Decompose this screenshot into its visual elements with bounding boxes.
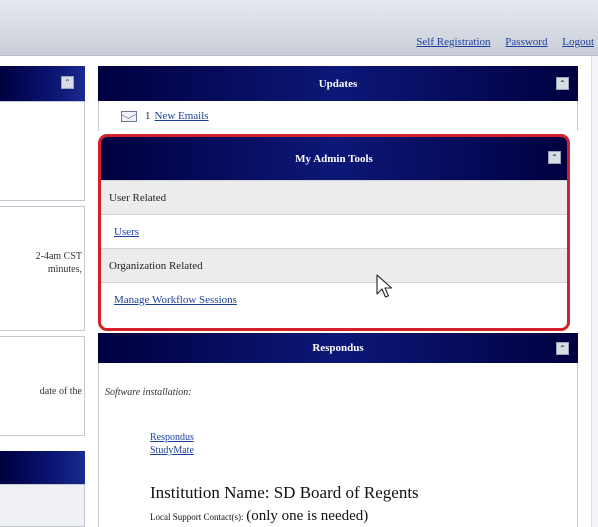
respondus-links: Respondus StudyMate	[150, 431, 194, 457]
panel-title: My Admin Tools	[295, 152, 373, 165]
left-panel-header: ⌃	[0, 66, 85, 101]
collapse-icon[interactable]: ⌃	[556, 342, 569, 355]
updates-header: Updates ⌃	[98, 66, 578, 101]
users-link[interactable]: Users	[114, 226, 139, 238]
left-text: date of the	[39, 386, 82, 397]
respondus-link[interactable]: Respondus	[150, 431, 194, 444]
list-item: Manage Workflow Sessions	[101, 283, 567, 316]
institution-name: Institution Name: SD Board of Regents	[150, 483, 419, 502]
contact-note: (only one is needed)	[246, 508, 369, 524]
email-count: 1	[145, 110, 151, 122]
updates-body: 1 New Emails	[98, 101, 578, 131]
top-links: Self Registration Password Logout	[404, 36, 594, 48]
mouse-pointer-icon	[376, 274, 393, 298]
left-column: ⌃ 2-4am CST minutes, date of the	[0, 66, 85, 527]
admin-tools-panel: My Admin Tools ⌃ User Related Users Orga…	[98, 134, 570, 331]
updates-panel: Updates ⌃ 1 New Emails	[98, 66, 578, 131]
list-item: Users	[101, 215, 567, 248]
left-panel-body	[0, 484, 85, 527]
left-panel-body	[0, 101, 85, 201]
self-registration-link[interactable]: Self Registration	[416, 36, 490, 48]
left-panel-header	[0, 451, 85, 484]
scrollbar-edge	[591, 56, 598, 527]
collapse-icon[interactable]: ⌃	[61, 76, 74, 89]
support-contact: Local Support Contact(s): (only one is n…	[150, 508, 368, 525]
panel-title: Updates	[318, 77, 358, 90]
contact-label: Local Support Contact(s):	[150, 512, 244, 522]
left-panel-body: 2-4am CST minutes,	[0, 206, 85, 331]
mail-icon	[121, 110, 137, 122]
respondus-header: Respondus ⌃	[98, 333, 578, 363]
studymate-link[interactable]: StudyMate	[150, 444, 194, 457]
logout-link[interactable]: Logout	[562, 36, 594, 48]
respondus-body: Software installation: Respondus StudyMa…	[98, 363, 578, 527]
collapse-icon[interactable]: ⌃	[548, 151, 561, 164]
manage-workflow-sessions-link[interactable]: Manage Workflow Sessions	[114, 294, 237, 306]
respondus-panel: Respondus ⌃ Software installation: Respo…	[98, 333, 578, 527]
section-organization-related: Organization Related	[101, 248, 567, 283]
section-user-related: User Related	[101, 180, 567, 215]
admin-tools-header: My Admin Tools ⌃	[101, 137, 567, 180]
left-text: 2-4am CST minutes,	[35, 251, 82, 275]
password-link[interactable]: Password	[505, 36, 547, 48]
new-emails-link[interactable]: New Emails	[155, 110, 209, 122]
panel-title: Respondus	[312, 342, 364, 354]
top-bar: Self Registration Password Logout	[0, 0, 598, 56]
left-panel-body: date of the	[0, 336, 85, 436]
software-installation-label: Software installation:	[105, 387, 192, 398]
collapse-icon[interactable]: ⌃	[556, 77, 569, 90]
